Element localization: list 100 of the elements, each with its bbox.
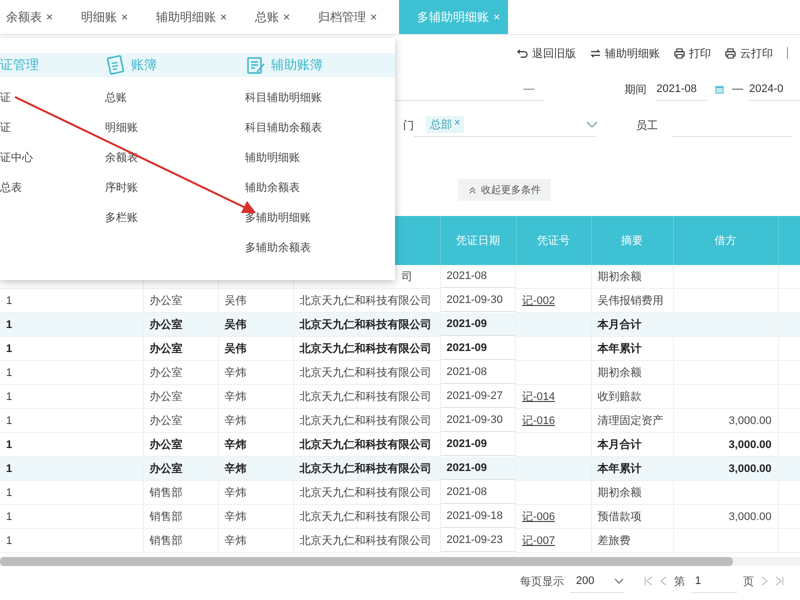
chevron-down-icon bbox=[586, 120, 598, 128]
menu-heading: 账簿 bbox=[131, 56, 157, 74]
table-cell: 2021-09 bbox=[440, 456, 516, 480]
table-cell: 辛炜 bbox=[218, 408, 293, 432]
table-cell: 1 bbox=[0, 408, 143, 432]
table-cell: 销售部 bbox=[143, 480, 218, 504]
table-cell: 北京天九仁和科技有限公司 bbox=[293, 336, 440, 360]
menu-item[interactable]: 明细账 bbox=[105, 112, 138, 142]
date-field[interactable]: 2021-08 bbox=[656, 78, 708, 100]
table-cell: 清理固定资产 bbox=[591, 408, 673, 432]
toolbar-button[interactable]: 退回旧版 bbox=[517, 46, 576, 60]
table-cell: 办公室 bbox=[143, 336, 218, 360]
tab[interactable]: 明细账 × bbox=[75, 0, 140, 34]
voucher-link[interactable]: 记-007 bbox=[522, 535, 556, 547]
table-row[interactable]: 1 办公室 吴伟 北京天九仁和科技有限公司 2021-09 本年累计 bbox=[0, 336, 800, 360]
table-cell: 北京天九仁和科技有限公司 bbox=[293, 360, 440, 384]
table-cell: 3,000.00 bbox=[673, 504, 778, 528]
table-row[interactable]: 1 办公室 辛炜 北京天九仁和科技有限公司 2021-09 本年累计 3,000.00 bbox=[0, 456, 800, 480]
table-cell: 2021-09-27 bbox=[440, 384, 516, 408]
table-cell: 1 bbox=[0, 480, 143, 504]
field-label: 期间 bbox=[624, 82, 646, 96]
voucher-link[interactable]: 记-006 bbox=[522, 511, 556, 523]
scrollbar-thumb[interactable] bbox=[0, 557, 733, 566]
table-row[interactable]: 1 办公室 吴伟 北京天九仁和科技有限公司 2021-09 本月合计 bbox=[0, 312, 800, 336]
table-cell: 2021-09 bbox=[440, 336, 516, 360]
menu-item[interactable]: 多辅助余额表 bbox=[245, 232, 311, 262]
page-size-label: 每页显示 bbox=[520, 574, 564, 588]
menu-item[interactable]: 总账 bbox=[105, 82, 127, 112]
table-row[interactable]: 1 办公室 辛炜 北京天九仁和科技有限公司 2021-09-27 记-014 收到赔款 bbox=[0, 384, 800, 408]
table-cell: 辛炜 bbox=[218, 528, 293, 552]
table-cell: 销售部 bbox=[143, 528, 218, 552]
previous-page-icon bbox=[659, 576, 668, 586]
menu-item[interactable]: 辅助余额表 bbox=[245, 172, 300, 202]
field-label: 员工 bbox=[636, 118, 658, 132]
table-cell: 销售部 bbox=[143, 504, 218, 528]
date-field[interactable]: 2024-0 bbox=[749, 78, 800, 100]
table-row[interactable]: 1 销售部 辛炜 北京天九仁和科技有限公司 2021-09-18 记-006 预借款项 3,000.00 bbox=[0, 504, 800, 528]
menu-item[interactable]: 辅助明细账 bbox=[245, 142, 300, 172]
table-cell: 2021-09 bbox=[440, 312, 516, 336]
table-cell: 3,000.00 bbox=[673, 408, 778, 432]
table-cell: 2021-08 bbox=[440, 480, 516, 504]
menu-item[interactable]: 多栏账 bbox=[105, 202, 138, 232]
menu-heading: 证管理 bbox=[0, 56, 39, 74]
table-row[interactable]: 1 销售部 辛炜 北京天九仁和科技有限公司 2021-09-23 记-007 差旅费 bbox=[0, 528, 800, 552]
table-cell: 办公室 bbox=[143, 360, 218, 384]
tab[interactable]: 余额表 × bbox=[0, 0, 66, 34]
table-cell: 1 bbox=[0, 528, 143, 552]
last-page-icon bbox=[775, 576, 784, 586]
toolbar-button[interactable]: 打印 bbox=[674, 46, 711, 60]
close-icon[interactable]: × bbox=[370, 10, 378, 24]
table-cell: 本年累计 bbox=[591, 336, 673, 360]
table-cell: 2021-09 bbox=[440, 432, 516, 456]
table-cell: 吴伟 bbox=[218, 336, 293, 360]
toolbar-button[interactable]: 辅助明细账 bbox=[590, 46, 660, 60]
field-label: 门 bbox=[402, 118, 414, 132]
close-icon[interactable]: × bbox=[46, 10, 54, 24]
collapse-button[interactable]: 收起更多条件 bbox=[458, 179, 551, 201]
table-row[interactable]: 1 销售部 辛炜 北京天九仁和科技有限公司 2021-08 期初余额 bbox=[0, 480, 800, 504]
table-cell: 2021-09-23 bbox=[440, 528, 516, 552]
toolbar-button[interactable]: 云打印 bbox=[725, 46, 773, 60]
menu-item[interactable]: 序时账 bbox=[105, 172, 138, 202]
table-cell: 北京天九仁和科技有限公司 bbox=[293, 408, 440, 432]
close-icon[interactable]: × bbox=[283, 10, 290, 24]
menu-item[interactable]: 多辅助明细账 bbox=[245, 202, 311, 232]
table-cell: 辛炜 bbox=[218, 384, 293, 408]
table-cell: 2021-08 bbox=[440, 360, 516, 384]
first-page-icon bbox=[644, 576, 653, 586]
menu-item[interactable]: 科目辅助明细账 bbox=[245, 82, 322, 112]
book-icon bbox=[105, 55, 125, 75]
table-cell: 1 bbox=[0, 456, 143, 480]
menu-item[interactable]: 证 bbox=[0, 112, 11, 142]
page-label: 第 bbox=[674, 574, 685, 588]
table-cell: 北京天九仁和科技有限公司 bbox=[293, 456, 440, 480]
table-cell: 期初余额 bbox=[591, 360, 673, 384]
close-icon[interactable]: × bbox=[220, 10, 228, 24]
tab[interactable]: 归档管理 × bbox=[312, 0, 390, 34]
voucher-link[interactable]: 记-016 bbox=[522, 415, 556, 427]
voucher-link[interactable]: 记-002 bbox=[522, 295, 556, 307]
printer-icon bbox=[674, 48, 685, 58]
table-cell: 北京天九仁和科技有限公司 bbox=[293, 384, 440, 408]
table-cell: 办公室 bbox=[143, 384, 218, 408]
table-cell: 收到赔款 bbox=[591, 384, 673, 408]
table-row[interactable]: 1 办公室 辛炜 北京天九仁和科技有限公司 2021-08 期初余额 bbox=[0, 360, 800, 384]
tab[interactable]: 总账 × bbox=[249, 0, 302, 34]
table-cell: 北京天九仁和科技有限公司 bbox=[293, 528, 440, 552]
menu-item[interactable]: 总表 bbox=[0, 172, 22, 202]
table-cell: 期初余额 bbox=[591, 265, 673, 288]
menu-heading: 辅助账簿 bbox=[271, 56, 323, 74]
table-row[interactable]: 1 办公室 辛炜 北京天九仁和科技有限公司 2021-09-30 记-016 清理固定资产 3,000.00 bbox=[0, 408, 800, 432]
swap-icon bbox=[590, 48, 601, 58]
page-size-select[interactable]: 200 bbox=[570, 570, 624, 592]
menu-item[interactable]: 证 bbox=[0, 82, 11, 112]
table-cell: 本月合计 bbox=[591, 312, 673, 336]
menu-item[interactable]: 科目辅助余额表 bbox=[245, 112, 322, 142]
menu-item[interactable]: 证中心 bbox=[0, 142, 33, 172]
tab[interactable]: 辅助明细账 × bbox=[150, 0, 240, 34]
voucher-link[interactable]: 记-014 bbox=[522, 391, 556, 403]
close-icon[interactable]: × bbox=[121, 10, 128, 24]
table-cell: 吴伟 bbox=[218, 312, 293, 336]
table-cell: 辛炜 bbox=[218, 504, 293, 528]
